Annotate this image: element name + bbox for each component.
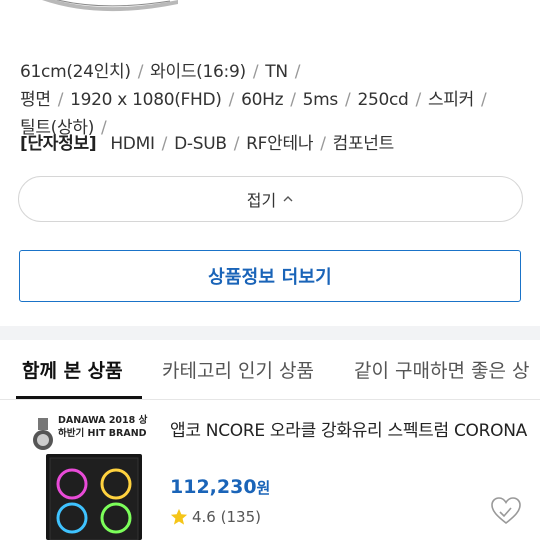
award-badge-text: DANAWA 2018 상 하반기 HIT BRAND xyxy=(58,414,147,440)
spec-speaker: 스피커 xyxy=(427,90,474,110)
price-unit: 원 xyxy=(256,479,271,497)
terminal-label: [단자정보] xyxy=(20,134,97,154)
spec-aspect: 와이드(16:9) xyxy=(150,62,246,82)
tab-category-popular[interactable]: 카테고리 인기 상품 xyxy=(162,356,314,383)
pc-case-image xyxy=(46,454,142,540)
spec-size: 61cm(24인치) xyxy=(20,62,131,82)
spec-panel: TN xyxy=(265,62,288,82)
product-thumbnail[interactable]: DANAWA 2018 상 하반기 HIT BRAND xyxy=(18,414,152,540)
terminal-rf: RF안테나 xyxy=(246,134,314,154)
more-product-info-label: 상품정보 더보기 xyxy=(208,267,332,288)
section-divider xyxy=(0,326,540,340)
spec-response: 5ms xyxy=(302,90,339,110)
recommendation-tabs: 함께 본 상품 카테고리 인기 상품 같이 구매하면 좋은 상 xyxy=(0,340,540,400)
award-medal-icon xyxy=(33,418,53,450)
review-count: (135) xyxy=(220,508,261,526)
rating-value: 4.6 xyxy=(192,508,216,526)
monitor-stand-graphic xyxy=(42,0,178,12)
star-icon xyxy=(170,508,188,525)
tab-viewed-together[interactable]: 함께 본 상품 xyxy=(22,356,123,383)
terminal-info: [단자정보] HDMI / D-SUB / RF안테나 / 컴포넌트 xyxy=(20,134,395,154)
award-line-2: 하반기 HIT BRAND xyxy=(58,428,147,439)
monitor-image xyxy=(0,0,540,40)
terminal-component: 컴포넌트 xyxy=(332,134,395,154)
active-tab-indicator xyxy=(16,396,142,399)
spec-refresh: 60Hz xyxy=(241,90,284,110)
spec-summary: 61cm(24인치) / 와이드(16:9) / TN/평면/1920 x 1080(F… xyxy=(20,62,487,138)
spec-resolution: 1920 x 1080(FHD) xyxy=(70,90,222,110)
fold-button[interactable]: 접기 xyxy=(18,176,523,222)
product-rating: 4.6 (135) xyxy=(170,508,261,526)
rgb-fans-graphic xyxy=(49,457,139,540)
price-value: 112,230 xyxy=(170,476,257,498)
spec-surface: 평면 xyxy=(20,90,51,110)
wishlist-heart-icon[interactable] xyxy=(489,495,523,527)
product-title[interactable]: 앱코 NCORE 오라클 강화유리 스펙트럼 CORONA xyxy=(170,418,530,445)
product-card[interactable]: DANAWA 2018 상 하반기 HIT BRAND 앱코 NCORE 오라클… xyxy=(0,400,540,540)
spec-brightness: 250cd xyxy=(357,90,409,110)
tab-bought-together[interactable]: 같이 구매하면 좋은 상 xyxy=(354,356,529,383)
fold-button-label: 접기 xyxy=(246,191,277,210)
more-product-info-button[interactable]: 상품정보 더보기 xyxy=(19,250,521,302)
terminal-dsub: D-SUB xyxy=(174,134,227,154)
award-line-1: DANAWA 2018 상 xyxy=(58,415,148,426)
chevron-up-icon xyxy=(283,196,293,202)
terminal-hdmi: HDMI xyxy=(110,134,155,154)
product-price: 112,230원 xyxy=(170,476,270,498)
